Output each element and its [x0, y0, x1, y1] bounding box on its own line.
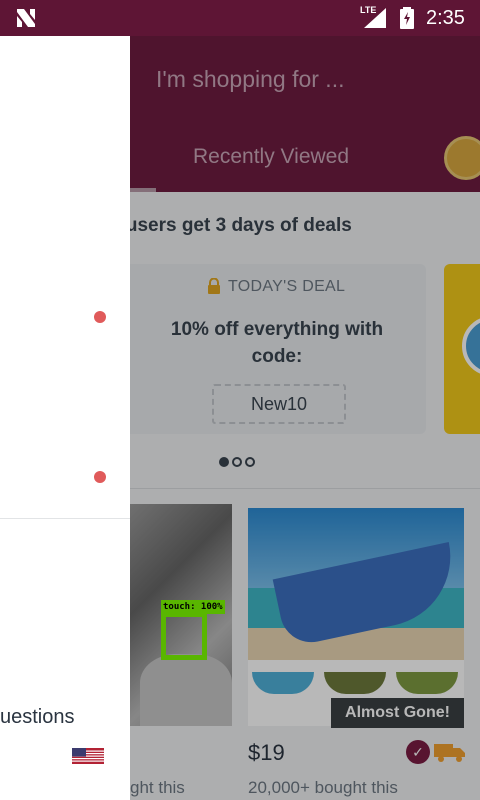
signal-icon [364, 8, 386, 28]
battery-charging-icon [400, 7, 414, 29]
notification-dot [94, 471, 106, 483]
clock: 2:35 [426, 7, 465, 29]
notification-dot [94, 311, 106, 323]
status-bar: LTE 2:35 [0, 0, 480, 36]
drawer-divider [0, 518, 130, 519]
us-flag-icon[interactable] [72, 748, 104, 764]
android-n-icon [17, 9, 35, 27]
drawer-item-questions[interactable]: uestions [0, 706, 75, 729]
navigation-drawer: uestions [0, 36, 130, 800]
